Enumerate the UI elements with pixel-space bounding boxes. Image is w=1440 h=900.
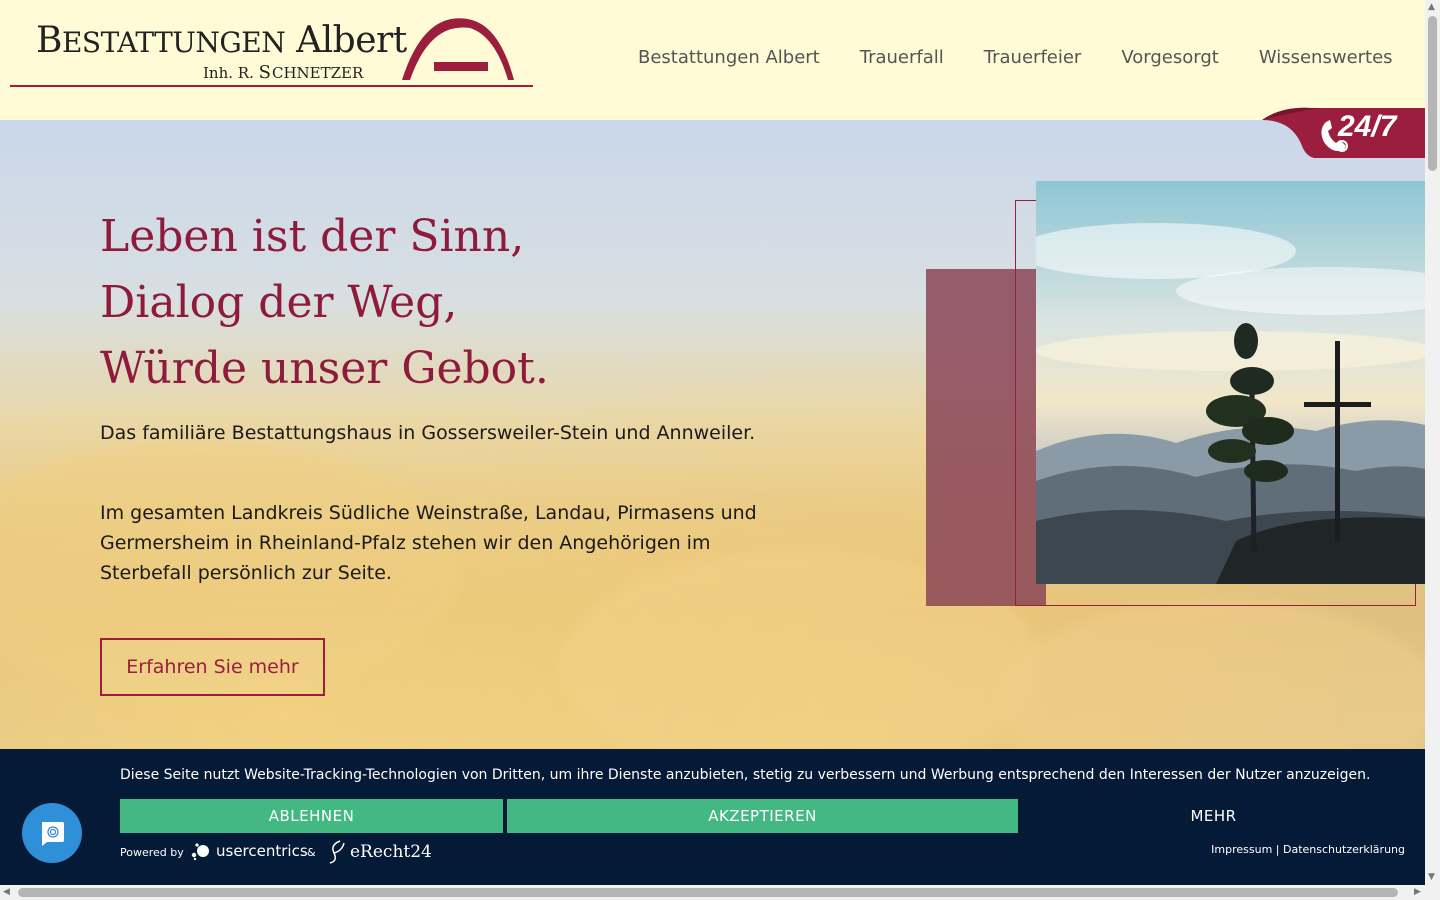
- logo-wordmark: BESTATTUNGEN Albert: [36, 20, 407, 61]
- vertical-scrollbar[interactable]: ▲ ▼: [1425, 0, 1440, 885]
- nav-vorgesorgt[interactable]: Vorgesorgt: [1121, 47, 1218, 68]
- logo-owner: Inh. R. SCHNETZER: [203, 62, 364, 83]
- logo[interactable]: BESTATTUNGEN Albert Inh. R. SCHNETZER: [10, 14, 533, 90]
- hero-headline: Leben ist der Sinn, Dialog der Weg, Würd…: [100, 204, 549, 402]
- headline-line-3: Würde unser Gebot.: [100, 343, 549, 394]
- site-header: BESTATTUNGEN Albert Inh. R. SCHNETZER Be…: [0, 0, 1425, 120]
- chat-widget-button[interactable]: [22, 803, 82, 863]
- more-cookie-info-button[interactable]: MEHR: [1022, 799, 1405, 833]
- horizontal-scrollbar[interactable]: ◀ ▶: [0, 885, 1440, 900]
- svg-text:24/7: 24/7: [1337, 110, 1398, 143]
- fingerprint-chat-icon: [42, 822, 64, 846]
- learn-more-button[interactable]: Erfahren Sie mehr: [100, 638, 325, 696]
- usercentrics-icon: [191, 843, 209, 861]
- legal-separator: |: [1275, 843, 1280, 856]
- emergency-24-7-badge[interactable]: 24/7: [1262, 106, 1425, 158]
- scroll-left-icon[interactable]: ◀: [3, 887, 10, 897]
- horizontal-scroll-thumb[interactable]: [18, 888, 1398, 897]
- accept-cookies-button[interactable]: AKZEPTIEREN: [507, 799, 1018, 833]
- nav-trauerfall[interactable]: Trauerfall: [860, 47, 944, 68]
- hero-photo-tree-cross: [1036, 181, 1425, 584]
- erecht24-logo[interactable]: eRecht24: [326, 839, 432, 865]
- hero-region-text: Im gesamten Landkreis Südliche Weinstraß…: [100, 502, 757, 584]
- erecht24-icon: [329, 840, 345, 864]
- impressum-link[interactable]: Impressum: [1211, 843, 1272, 856]
- hero-bg-blob: [1000, 600, 1425, 750]
- headline-line-2: Dialog der Weg,: [100, 277, 458, 328]
- privacy-policy-link[interactable]: Datenschutzerklärung: [1283, 843, 1405, 856]
- usercentrics-logo[interactable]: usercentrics: [190, 841, 308, 861]
- powered-by-label: Powered by: [120, 846, 184, 859]
- scroll-up-icon[interactable]: ▲: [1428, 2, 1435, 12]
- legal-links: Impressum | Datenschutzerklärung: [1211, 843, 1405, 856]
- hero-section: Leben ist der Sinn, Dialog der Weg, Würd…: [0, 120, 1425, 750]
- scroll-right-icon[interactable]: ▶: [1414, 887, 1421, 897]
- decline-cookies-button[interactable]: ABLEHNEN: [120, 799, 503, 833]
- headline-line-1: Leben ist der Sinn,: [100, 211, 525, 262]
- badge-shape: 24/7: [1262, 107, 1425, 158]
- hero-intro-text: Das familiäre Bestattungshaus in Gossers…: [100, 422, 756, 444]
- cookie-message: Diese Seite nutzt Website-Tracking-Techn…: [120, 767, 1371, 783]
- logo-underline: [10, 85, 533, 87]
- scroll-down-icon[interactable]: ▼: [1428, 872, 1435, 882]
- logo-arch-icon: [402, 18, 514, 80]
- nav-bestattungen-albert[interactable]: Bestattungen Albert: [638, 47, 820, 68]
- vertical-scroll-thumb[interactable]: [1428, 16, 1437, 171]
- nav-wissenswertes[interactable]: Wissenswertes: [1259, 47, 1393, 68]
- cookie-consent-banner: Diese Seite nutzt Website-Tracking-Techn…: [0, 749, 1425, 885]
- ampersand: &: [307, 846, 316, 859]
- main-nav: Bestattungen Albert Trauerfall Trauerfei…: [638, 47, 1393, 68]
- nav-trauerfeier[interactable]: Trauerfeier: [984, 47, 1082, 68]
